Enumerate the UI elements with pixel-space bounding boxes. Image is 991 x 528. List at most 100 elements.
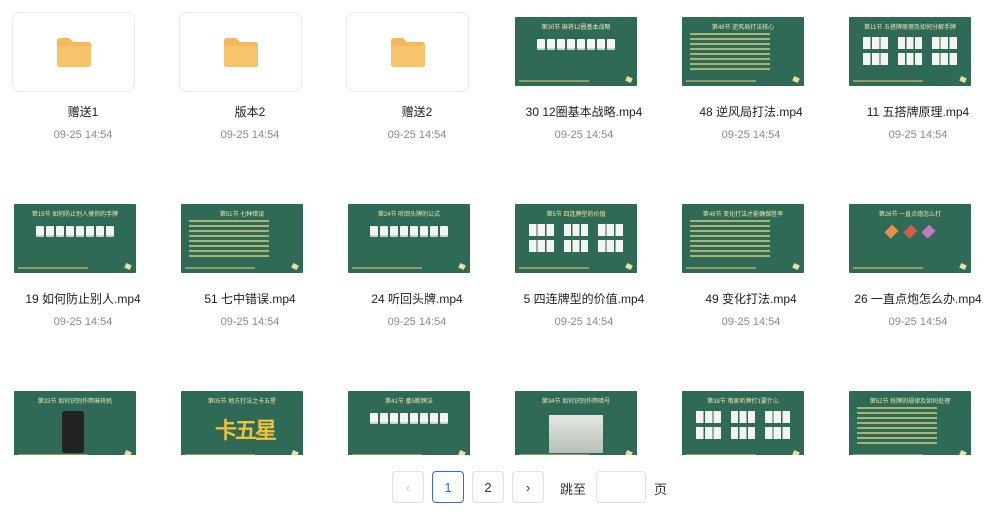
thumbnail-title: 第49节 变化打法才能确保胜率 xyxy=(702,212,784,218)
big-title-art: 卡五星 xyxy=(215,418,277,444)
phone-image xyxy=(62,411,84,453)
video-thumbnail: 第52节 抢牌的规律及如何处理 xyxy=(847,386,971,455)
file-time: 09-25 14:54 xyxy=(387,129,447,141)
video-thumbnail-image: 第34节 如何识别作弊暗号 xyxy=(515,391,637,455)
video-thumbnail-image: 第11节 五搭牌原理及如何分解手牌 xyxy=(849,17,971,86)
video-thumbnail-image: 第26节 一直点炮怎么打 xyxy=(849,204,971,273)
file-time: 09-25 14:54 xyxy=(721,316,781,328)
footer-line xyxy=(519,267,589,269)
thumbnail-title: 第33节 如何识别作弊麻将机 xyxy=(37,399,113,405)
prev-page-button[interactable]: ‹ xyxy=(392,471,424,503)
corner-tile-icon xyxy=(124,449,132,455)
thumbnail-title: 第51节 七种错误 xyxy=(219,212,265,218)
file-grid: 赠送1 09-25 14:54 版本2 09-25 14:54 赠送2 09-25 14:… xyxy=(0,0,991,455)
file-name: 19 如何防止别人.mp4 xyxy=(25,292,141,306)
file-time: 09-25 14:54 xyxy=(53,129,113,141)
video-thumbnail: 第51节 七种错误 xyxy=(179,199,303,279)
next-page-button[interactable]: › xyxy=(512,471,544,503)
footer-line xyxy=(853,267,923,269)
file-time: 09-25 14:54 xyxy=(721,129,781,141)
text-lines xyxy=(690,220,770,260)
file-name: 5 四连牌型的价值.mp4 xyxy=(523,292,645,306)
page-unit-label: 页 xyxy=(654,482,668,497)
thumbnail-title: 第5节 四连牌型的价值 xyxy=(546,212,606,218)
corner-tile-icon xyxy=(458,262,466,271)
thumbnail-title: 第05节 地方打法之卡五星 xyxy=(207,399,277,405)
file-name: 24 听回头牌.mp4 xyxy=(371,292,463,306)
file-time: 09-25 14:54 xyxy=(888,316,948,328)
folder-icon xyxy=(56,38,91,67)
corner-tile-icon xyxy=(792,75,800,84)
thumbnail-title: 第52节 抢牌的规律及如何处理 xyxy=(869,399,951,405)
footer-line xyxy=(519,80,589,82)
thumbnail-title: 第48节 逆风局打法核心 xyxy=(711,25,775,31)
file-time: 09-25 14:54 xyxy=(220,129,280,141)
file-time: 09-25 14:54 xyxy=(554,129,614,141)
video-thumbnail: 第05节 地方打法之卡五星卡五星 xyxy=(179,386,303,455)
video-thumbnail: 第33节 如何识别作弊麻将机 xyxy=(12,386,136,455)
file-time: 09-25 14:54 xyxy=(53,316,113,328)
video-thumbnail-image: 第05节 地方打法之卡五星卡五星 xyxy=(181,391,303,455)
file-name: 49 变化打法.mp4 xyxy=(705,292,797,306)
corner-tile-icon xyxy=(792,449,800,455)
file-time: 09-25 14:54 xyxy=(387,316,447,328)
folder-icon xyxy=(390,38,425,67)
corner-tile-icon xyxy=(291,449,299,455)
file-name: 11 五搭牌原理.mp4 xyxy=(866,105,970,119)
footer-line xyxy=(853,454,923,455)
text-lines xyxy=(857,407,937,447)
file-name: 48 逆风局打法.mp4 xyxy=(699,105,803,119)
thumbnail-title: 第34节 如何识别作弊暗号 xyxy=(541,399,611,405)
tile-groups xyxy=(529,224,623,252)
thumbnail-title: 第38节 哦家听牌打1要什么 xyxy=(707,399,779,405)
thumbnail-title: 第41节 番5断牌法 xyxy=(385,399,433,405)
video-thumbnail-image: 第19节 如何防止别人摸你的手牌 xyxy=(14,204,136,273)
mahjong-tiles xyxy=(358,413,460,431)
file-name: 30 12圈基本战略.mp4 xyxy=(525,105,643,119)
tile-groups xyxy=(863,37,957,65)
video-thumbnail-image: 第41节 番5断牌法 xyxy=(348,391,470,455)
video-thumbnail: 第41节 番5断牌法 xyxy=(346,386,470,455)
chevron-left-icon: ‹ xyxy=(405,479,411,495)
footer-line xyxy=(853,80,923,82)
video-thumbnail-image: 第49节 变化打法才能确保胜率 xyxy=(682,204,804,273)
chevron-right-icon: › xyxy=(525,479,531,495)
footer-line xyxy=(352,267,422,269)
tile-groups xyxy=(696,411,790,439)
page-button-1[interactable]: 1 xyxy=(432,471,464,503)
corner-tile-icon xyxy=(792,262,800,271)
footer-line xyxy=(519,454,589,455)
video-thumbnail: 第48节 逆风局打法核心 xyxy=(680,12,804,92)
video-thumbnail: 第30节 麻将12圈基本战略 xyxy=(513,12,637,92)
video-thumbnail: 第49节 变化打法才能确保胜率 xyxy=(680,199,804,279)
corner-tile-icon xyxy=(625,262,633,271)
diamond-marks xyxy=(884,224,936,239)
corner-tile-icon xyxy=(291,262,299,271)
thumbnail-title: 第11节 五搭牌原理及如何分解手牌 xyxy=(864,25,956,31)
video-thumbnail: 第34节 如何识别作弊暗号 xyxy=(513,386,637,455)
page-button-2[interactable]: 2 xyxy=(472,471,504,503)
corner-tile-icon xyxy=(124,262,132,271)
video-thumbnail-image: 第51节 七种错误 xyxy=(181,204,303,273)
corner-tile-icon xyxy=(959,449,967,455)
footer-line xyxy=(686,267,756,269)
text-lines xyxy=(189,220,269,260)
corner-tile-icon xyxy=(959,75,967,84)
corner-tile-icon xyxy=(959,262,967,271)
thumbnail-title: 第19节 如何防止别人摸你的手牌 xyxy=(31,212,119,218)
folder-thumbnail xyxy=(179,12,302,92)
file-name: 赠送1 xyxy=(67,105,99,119)
footer-line xyxy=(686,454,756,455)
hands-photo xyxy=(549,415,603,453)
jump-page-input[interactable] xyxy=(596,471,646,503)
thumbnail-title: 第26节 一直点炮怎么打 xyxy=(878,212,942,218)
mahjong-tiles xyxy=(525,39,627,57)
corner-tile-icon xyxy=(625,75,633,84)
video-thumbnail-image: 第48节 逆风局打法核心 xyxy=(682,17,804,86)
footer-line xyxy=(18,454,88,455)
folder-icon xyxy=(223,38,258,67)
footer-line xyxy=(185,454,255,455)
footer-line xyxy=(18,267,88,269)
text-lines xyxy=(690,33,770,73)
thumbnail-title: 第30节 麻将12圈基本战略 xyxy=(541,25,611,31)
